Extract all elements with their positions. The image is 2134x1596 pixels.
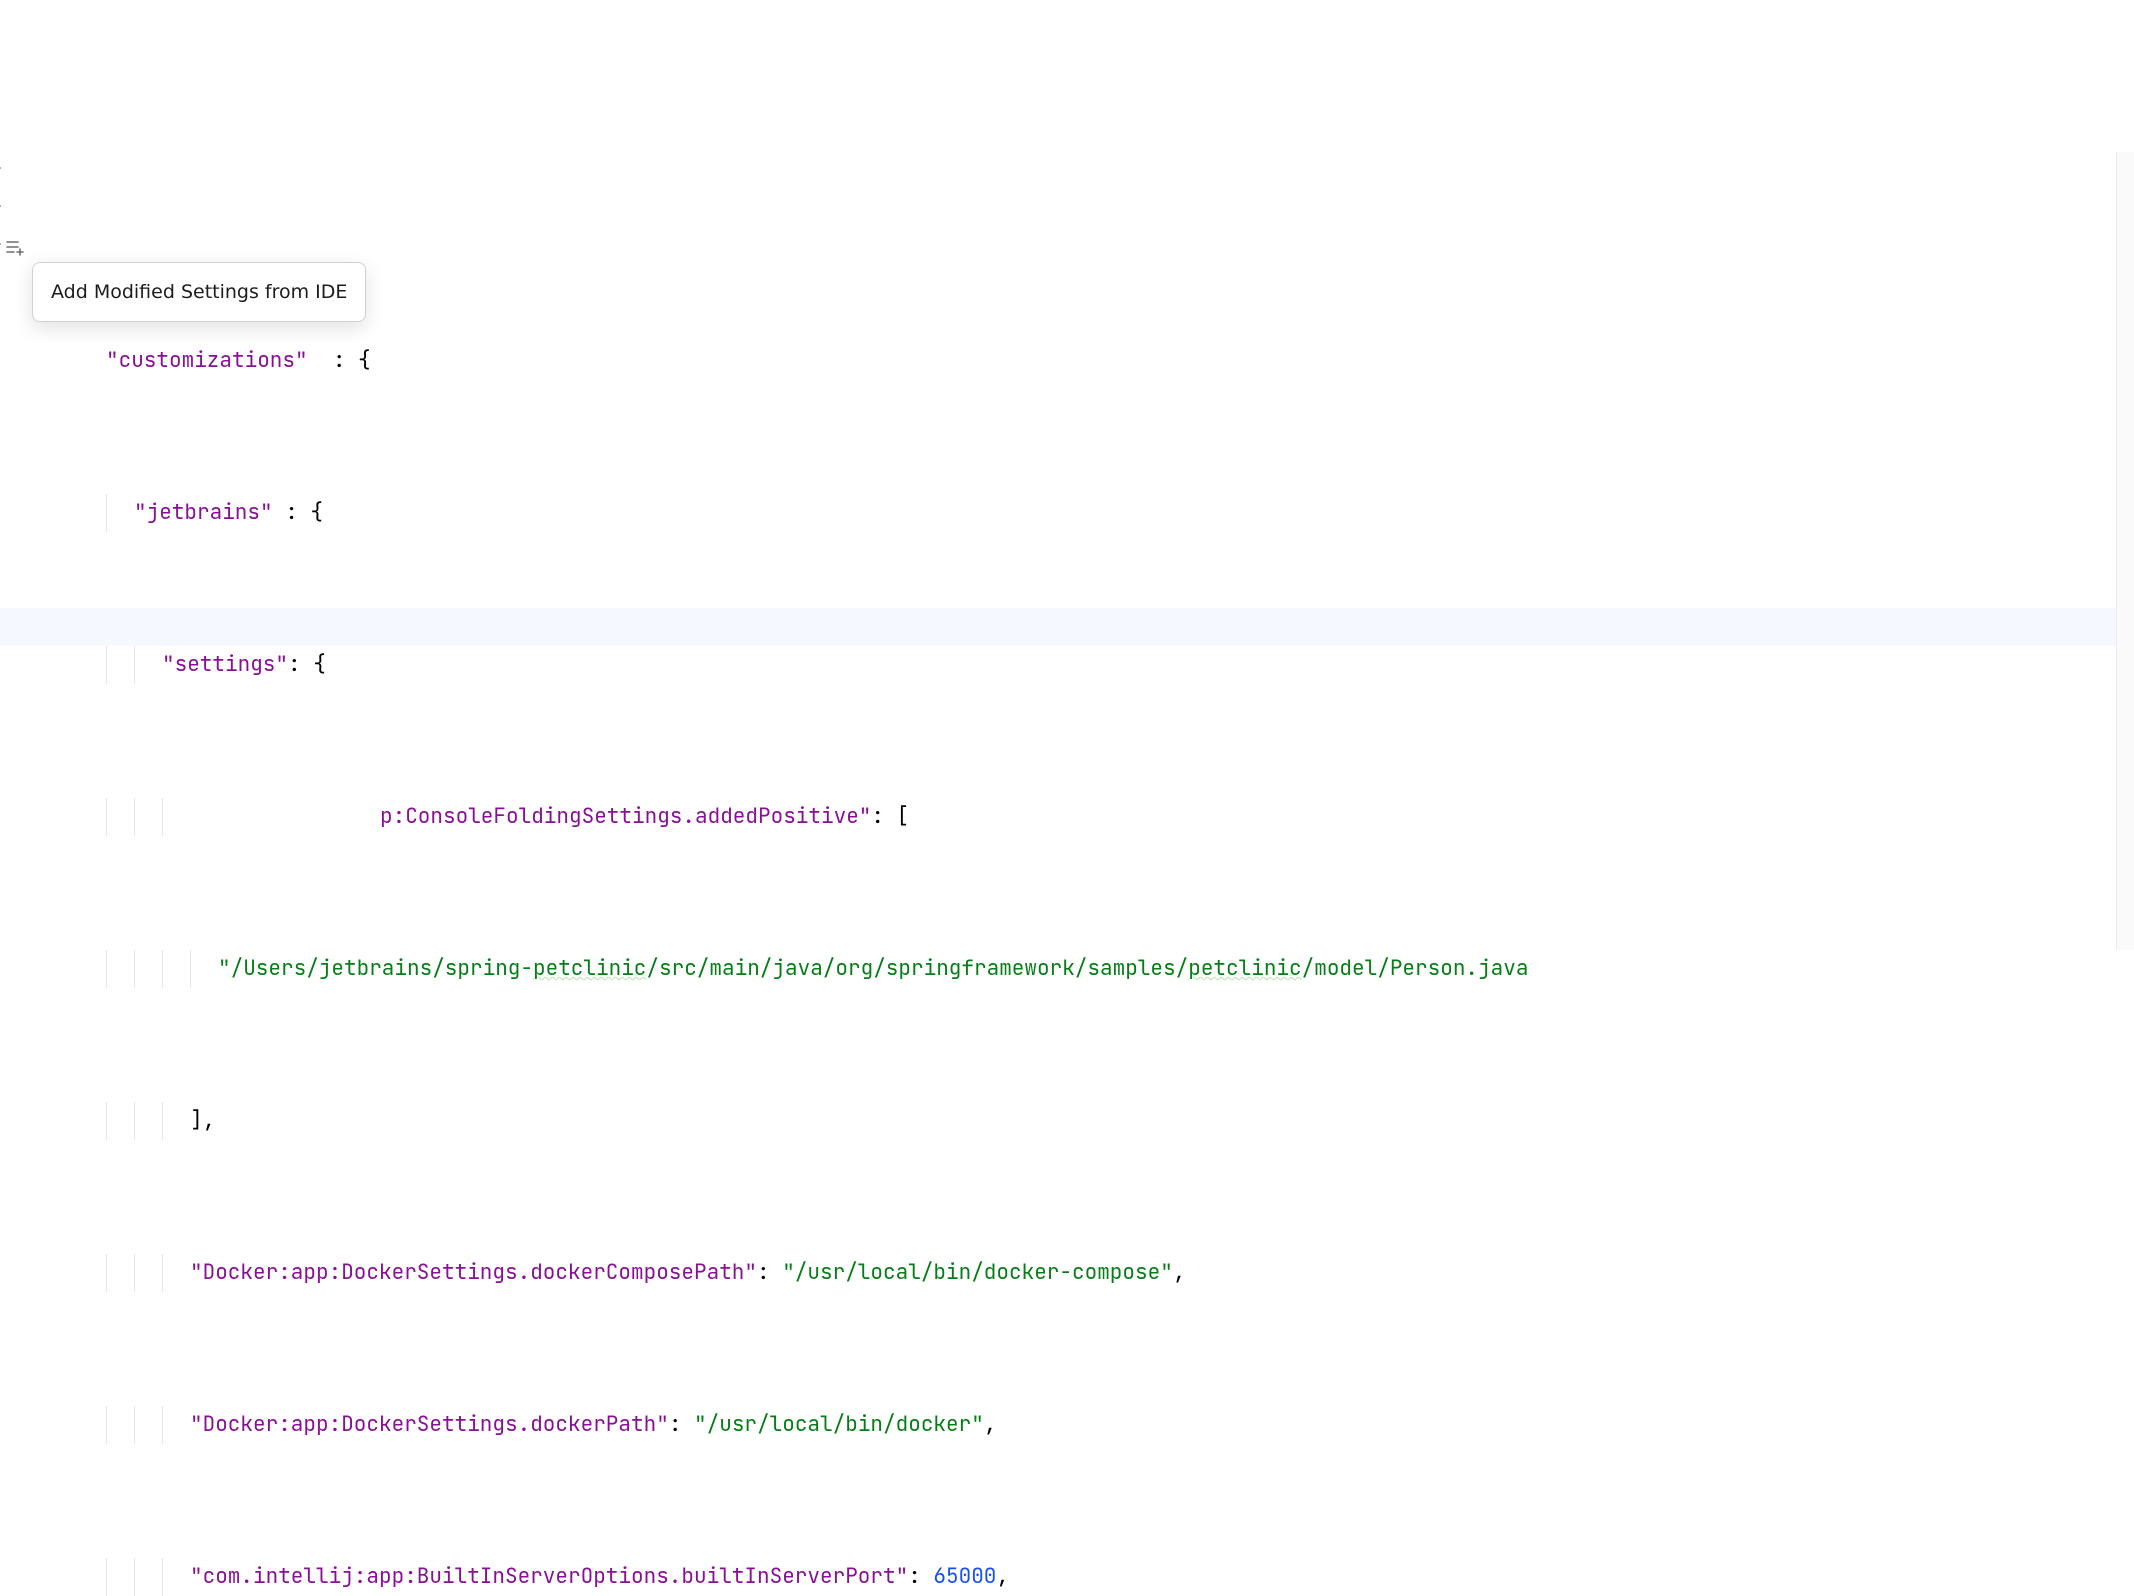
json-key: "com.intellij:app:BuiltInServerOptions.b… — [190, 1563, 908, 1590]
json-string: "/usr/local/bin/docker" — [694, 1411, 984, 1438]
json-string: "/usr/local/bin/docker-compose" — [782, 1259, 1173, 1286]
code-line: "settings": { — [78, 646, 2134, 684]
code-line: "/Users/jetbrains/spring-petclinic/src/m… — [78, 950, 2134, 988]
gutter-action-tooltip: Add Modified Settings from IDE — [32, 262, 366, 322]
current-line-highlight — [0, 608, 2134, 646]
code-line: p:ConsoleFoldingSettings.addedPositive":… — [78, 798, 2134, 836]
code-line: "customizations" : { — [78, 342, 2134, 380]
code-line: "com.intellij:app:BuiltInServerOptions.b… — [78, 1558, 2134, 1596]
json-key: "Docker:app:DockerSettings.dockerPath" — [190, 1411, 669, 1438]
json-key: "customizations" — [106, 347, 308, 374]
json-key: "settings" — [162, 651, 288, 678]
spellcheck-squiggle: petclinic — [533, 955, 646, 982]
json-key: p:ConsoleFoldingSettings.addedPositive" — [380, 803, 871, 830]
json-key: "Docker:app:DockerSettings.dockerCompose… — [190, 1259, 757, 1286]
fold-toggle-icon[interactable] — [0, 162, 4, 180]
code-line: ], — [78, 1102, 2134, 1140]
spellcheck-squiggle: petclinic — [1188, 955, 1301, 982]
json-string: "/Users/jetbrains/spring- — [218, 955, 533, 982]
add-settings-gutter-icon[interactable] — [4, 236, 26, 258]
vertical-scrollbar[interactable] — [2116, 152, 2134, 950]
code-line: "Docker:app:DockerSettings.dockerCompose… — [78, 1254, 2134, 1292]
code-editor[interactable]: "customizations" : { "jetbrains" : { "se… — [0, 152, 2134, 950]
fold-toggle-icon[interactable] — [0, 200, 4, 218]
json-number: 65000 — [933, 1563, 996, 1590]
code-line: "Docker:app:DockerSettings.dockerPath": … — [78, 1406, 2134, 1444]
tooltip-text: Add Modified Settings from IDE — [51, 281, 347, 303]
json-key: "jetbrains" — [134, 499, 273, 526]
code-area[interactable]: "customizations" : { "jetbrains" : { "se… — [70, 152, 2134, 950]
code-line: "jetbrains" : { — [78, 494, 2134, 532]
